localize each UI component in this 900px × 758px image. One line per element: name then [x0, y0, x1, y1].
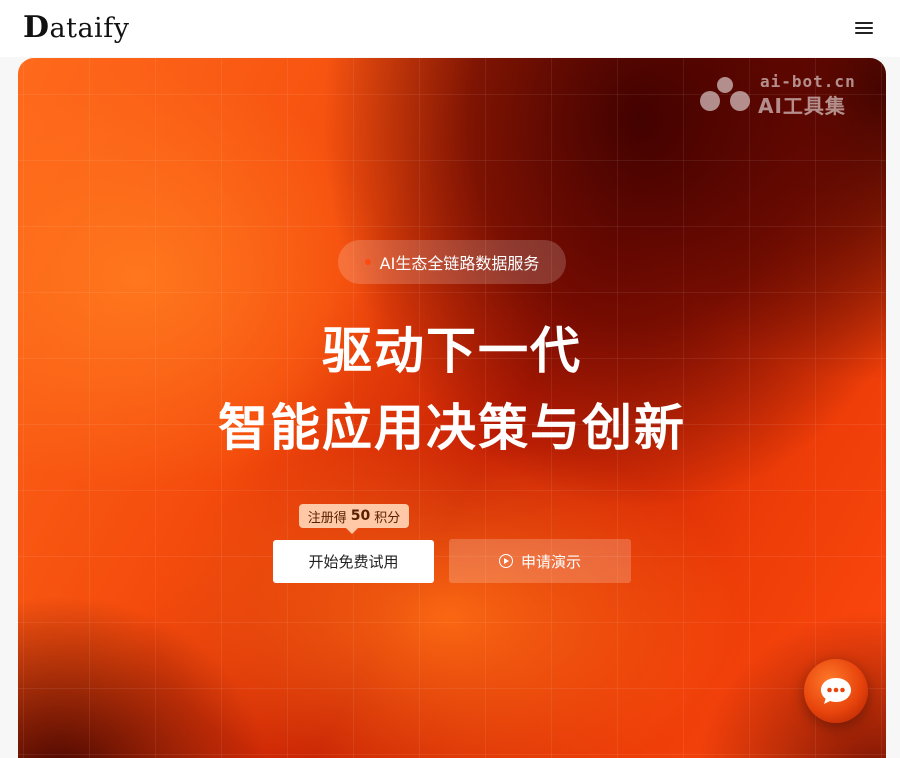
top-navigation-bar: Dataify [0, 0, 900, 57]
request-demo-label: 申请演示 [520, 552, 581, 571]
watermark-name: AI工具集 [758, 94, 846, 118]
badge-suffix: 积分 [374, 510, 401, 526]
hero-banner: ai-bot.cn AI工具集 AI生态全链路数据服务 驱动下一代 智能应用决策… [18, 58, 886, 758]
hero-headline-line2: 智能应用决策与创新 [218, 399, 686, 457]
pill-text: AI生态全链路数据服务 [379, 254, 540, 273]
badge-prefix: 注册得 [307, 510, 347, 526]
signup-points-badge: 注册得 50 积分 [299, 504, 409, 528]
watermark-logo-icon [700, 77, 750, 111]
dataify-logo[interactable]: Dataify [23, 10, 129, 45]
badge-pointer [346, 528, 358, 534]
logo-initial: D [23, 10, 50, 45]
watermark-domain: ai-bot.cn [760, 72, 856, 91]
request-demo-button[interactable]: 申请演示 [449, 539, 631, 583]
ai-bot-watermark: ai-bot.cn AI工具集 [698, 72, 868, 118]
hamburger-menu-icon[interactable] [855, 22, 873, 36]
hero-tagline-pill: AI生态全链路数据服务 [338, 240, 566, 284]
start-free-trial-button[interactable]: 开始免费试用 [273, 540, 434, 583]
hero-headline-line1: 驱动下一代 [322, 322, 582, 380]
chat-support-button[interactable] [804, 659, 868, 723]
chat-bubble-icon [821, 678, 851, 704]
pill-dot-icon [364, 259, 371, 265]
play-circle-icon [498, 554, 513, 568]
badge-points: 50 [350, 508, 371, 524]
logo-text: ataify [49, 13, 130, 44]
